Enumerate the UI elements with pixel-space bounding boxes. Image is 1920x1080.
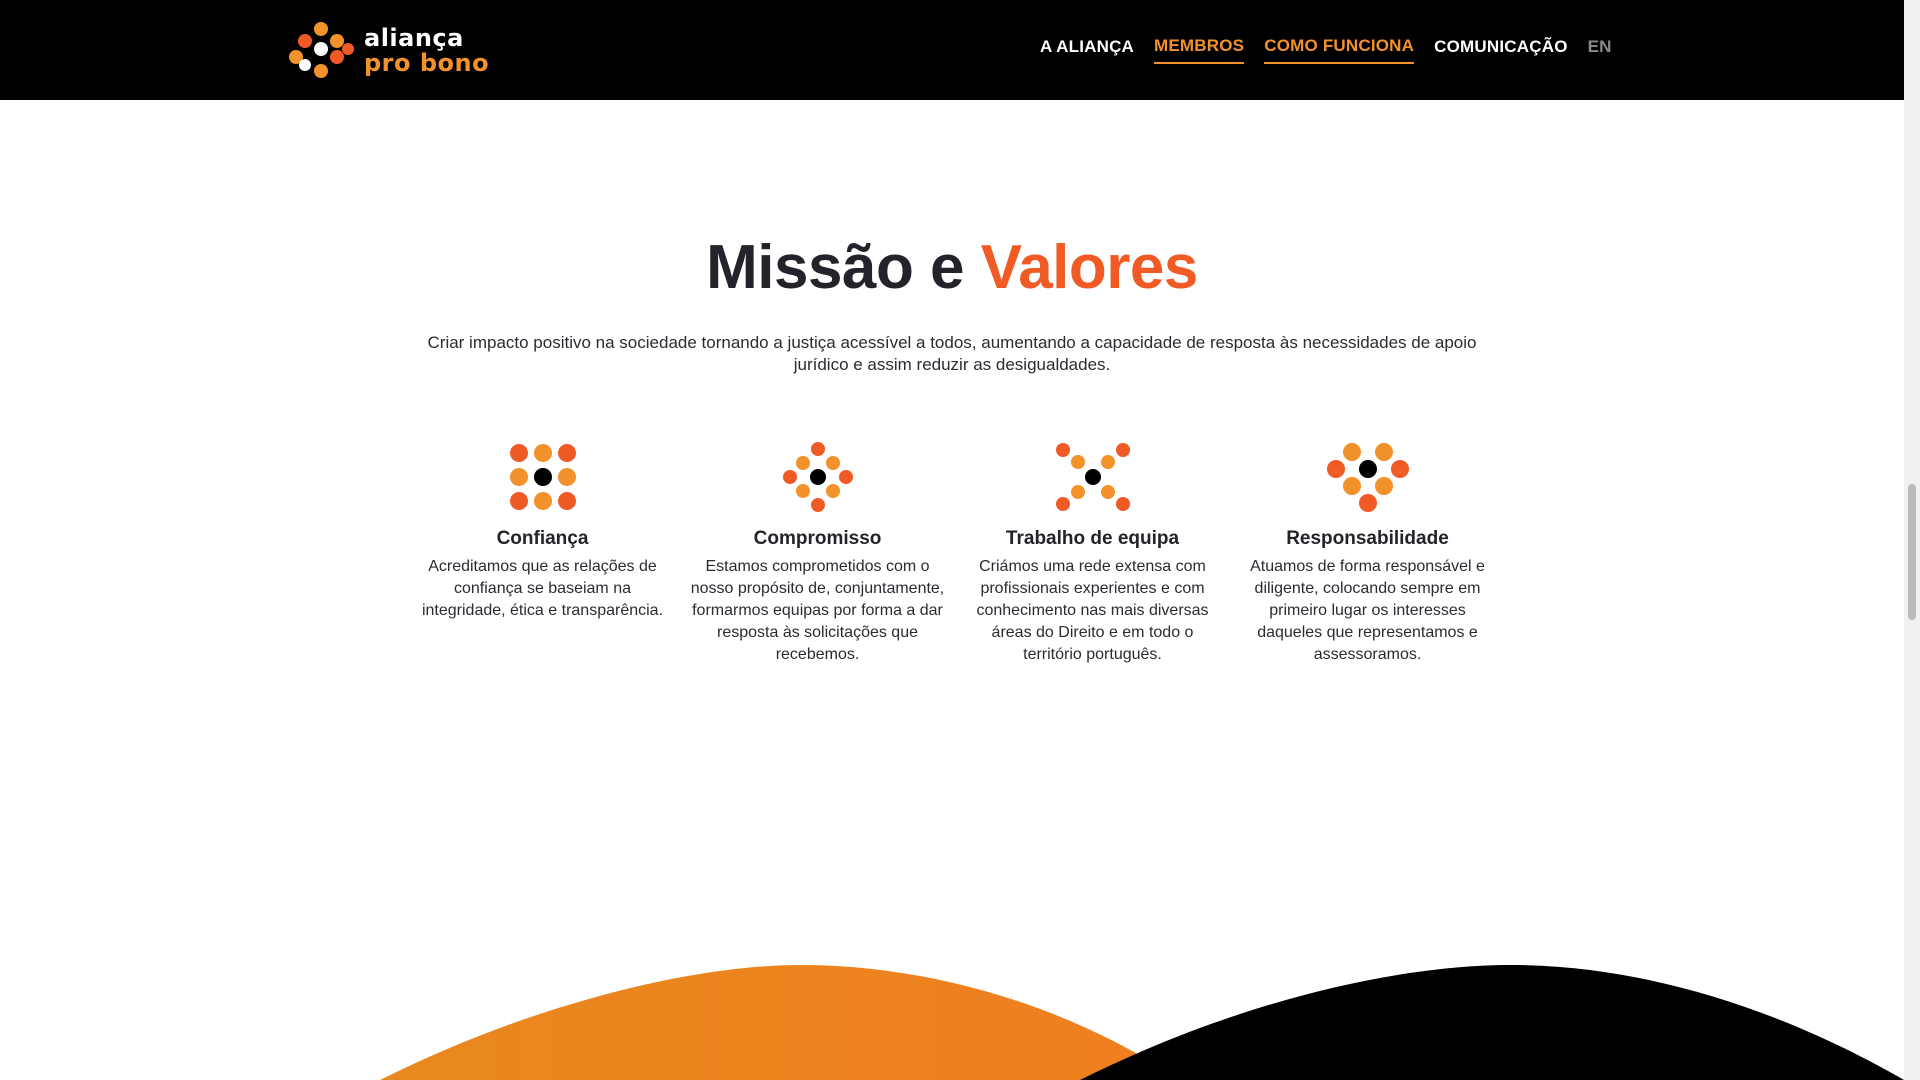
main-nav: A ALIANÇA MEMBROS COMO FUNCIONA COMUNICA…: [1040, 36, 1612, 64]
language-switch-en[interactable]: EN: [1588, 37, 1612, 63]
value-card-responsabilidade: Responsabilidade Atuamos de forma respon…: [1230, 438, 1505, 666]
value-card-compromisso: Compromisso Estamos comprometidos com o …: [680, 438, 955, 666]
logo-dots-icon: [289, 22, 354, 78]
value-text: Criámos uma rede extensa com profissiona…: [976, 558, 1209, 663]
value-title: Trabalho de equipa: [1005, 528, 1180, 549]
value-text: Atuamos de forma responsável e diligente…: [1250, 558, 1485, 663]
nav-como-funciona[interactable]: COMO FUNCIONA: [1264, 36, 1415, 64]
nav-comunicacao[interactable]: COMUNICAÇÃO: [1434, 37, 1567, 63]
logo-line2: pro bono: [364, 48, 490, 77]
logo[interactable]: aliança pro bono: [288, 20, 508, 80]
dots-flower-icon: [1230, 438, 1505, 516]
value-card-confianca: Confiança Acreditamos que as relações de…: [405, 438, 680, 666]
logo-text: aliança pro bono: [364, 26, 489, 75]
value-text: Acreditamos que as relações de confiança…: [421, 558, 664, 619]
nav-a-alianca[interactable]: A ALIANÇA: [1040, 37, 1134, 63]
section-title: Missão e Valores: [0, 232, 1904, 303]
dots-grid-icon: [405, 438, 680, 516]
scrollbar-thumb[interactable]: [1908, 484, 1916, 620]
value-card-trabalho-equipa: Trabalho de equipa Criámos uma rede exte…: [955, 438, 1230, 666]
orange-arc: [380, 965, 1180, 1080]
page-scrollbar[interactable]: [1904, 0, 1920, 1080]
nav-membros[interactable]: MEMBROS: [1154, 36, 1245, 64]
dots-diamond-icon: [680, 438, 955, 516]
dots-x-icon: [955, 438, 1230, 516]
decorative-arcs: [380, 965, 1904, 1080]
value-text: Estamos comprometidos com o nosso propós…: [690, 558, 945, 663]
title-part2: Valores: [980, 233, 1199, 302]
title-part1: Missão e: [706, 233, 965, 302]
value-title: Responsabilidade: [1286, 528, 1449, 549]
values-list: Confiança Acreditamos que as relações de…: [405, 438, 1505, 666]
mission-intro: Criar impacto positivo na sociedade torn…: [427, 333, 1477, 374]
value-title: Confiança: [496, 528, 589, 549]
site-header: aliança pro bono A ALIANÇA MEMBROS COMO …: [0, 0, 1904, 100]
value-title: Compromisso: [753, 528, 882, 549]
logo-line1: aliança: [364, 23, 464, 52]
black-arc: [1080, 965, 1904, 1080]
